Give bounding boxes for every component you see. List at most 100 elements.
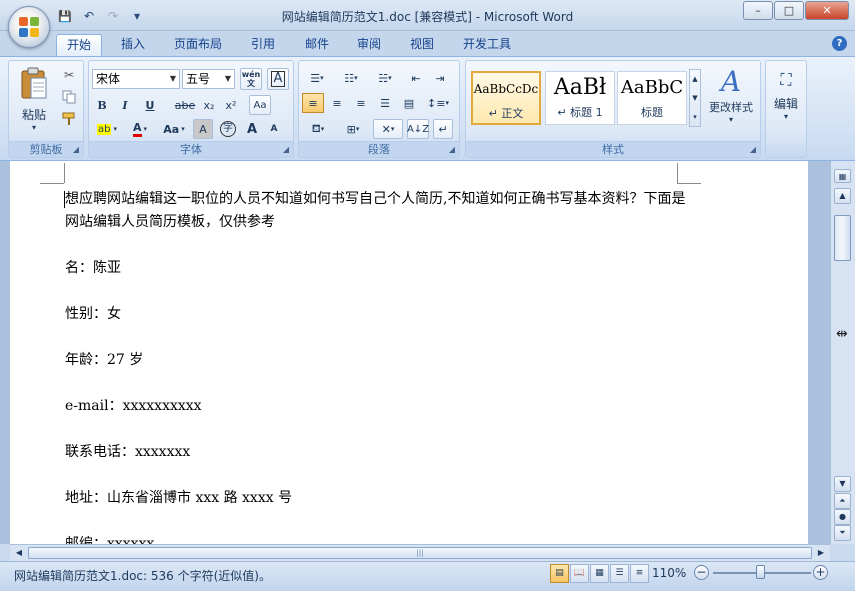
align-left-button[interactable]: ≡ — [302, 93, 324, 113]
multilevel-list-button[interactable]: ☵ ▾ — [370, 68, 400, 88]
copy-button[interactable] — [59, 87, 79, 107]
tab-view[interactable]: 视图 — [399, 34, 445, 56]
scroll-right-button[interactable]: ▶ — [813, 546, 829, 560]
full-screen-reading-view-button[interactable]: 📖 — [570, 564, 589, 583]
phonetic-guide-button[interactable]: wén 文 — [240, 68, 262, 90]
tab-review[interactable]: 审阅 — [346, 34, 392, 56]
horizontal-scroll-thumb[interactable]: ||| — [28, 547, 812, 559]
scroll-up-button[interactable]: ▲ — [834, 188, 851, 204]
show-marks-button[interactable]: ↵ — [433, 119, 453, 139]
align-center-button[interactable]: ≡ — [326, 93, 348, 113]
tab-insert[interactable]: 插入 — [110, 34, 156, 56]
style-sample: AaBbC — [620, 77, 684, 98]
character-border-button[interactable]: A — [267, 68, 289, 90]
shrink-font-button[interactable]: A — [264, 119, 284, 139]
print-layout-view-button[interactable]: ▤ — [550, 564, 569, 583]
minimize-button[interactable]: – — [743, 1, 773, 20]
font-name-combo[interactable]: 宋体 ▼ — [92, 69, 180, 89]
subscript-button[interactable]: x₂ — [199, 95, 219, 115]
align-right-button[interactable]: ≡ — [350, 93, 372, 113]
previous-page-button[interactable]: ⏶ — [834, 493, 851, 509]
tab-page-layout[interactable]: 页面布局 — [166, 34, 230, 56]
enclose-characters-button[interactable]: 字 — [217, 119, 239, 139]
style-heading-1[interactable]: AaBł ↵ 标题 1 — [545, 71, 615, 125]
doc-line: e-mail：xxxxxxxxxx — [65, 398, 202, 414]
cut-button[interactable]: ✂ — [59, 65, 79, 85]
font-color-button[interactable]: A ▾ — [125, 119, 155, 139]
clear-formatting-icon: Aa — [253, 99, 267, 111]
shading-button[interactable]: ⛾ ▾ — [302, 119, 334, 139]
justify-button[interactable]: ☰ — [374, 93, 396, 113]
clipboard-launcher-icon[interactable]: ◢ — [71, 145, 81, 155]
underline-button[interactable]: U — [138, 95, 162, 115]
editing-button[interactable]: ⛶ 编辑 ▾ — [768, 65, 804, 137]
sort-button[interactable]: A↓Z — [407, 119, 429, 139]
window-title: 网站编辑简历范文1.doc [兼容模式] - Microsoft Word — [281, 10, 574, 24]
tab-mailings[interactable]: 邮件 — [294, 34, 340, 56]
next-page-button[interactable]: ⏷ — [834, 525, 851, 541]
decrease-indent-button[interactable]: ⇤ — [405, 68, 427, 88]
distributed-button[interactable]: ▤ — [398, 93, 420, 113]
styles-gallery-scroll[interactable]: ▲ ▼ ▾ — [689, 69, 701, 127]
scroll-down-button[interactable]: ▼ — [834, 476, 851, 492]
close-button[interactable]: ✕ — [805, 1, 849, 20]
superscript-button[interactable]: x² — [221, 95, 241, 115]
character-shading-button[interactable]: A — [193, 119, 213, 139]
numbering-button[interactable]: ☷ ▾ — [336, 68, 366, 88]
italic-button[interactable]: I — [115, 95, 135, 115]
scroll-left-button[interactable]: ◀ — [11, 546, 27, 560]
tab-home[interactable]: 开始 — [56, 34, 102, 56]
styles-launcher-icon[interactable]: ◢ — [748, 145, 758, 155]
outline-view-button[interactable]: ☰ — [610, 564, 629, 583]
strikethrough-button[interactable]: abe — [173, 95, 197, 115]
change-case-button[interactable]: Aa ▾ — [159, 119, 189, 139]
office-button[interactable] — [8, 6, 50, 48]
font-size-combo[interactable]: 五号 ▼ — [182, 69, 235, 89]
bullets-button[interactable]: ☰ ▾ — [302, 68, 332, 88]
horizontal-scrollbar[interactable]: ◀ ||| ▶ — [10, 544, 830, 561]
vertical-scroll-thumb[interactable] — [834, 215, 851, 261]
browse-object-button[interactable]: ● — [834, 509, 851, 525]
doc-line — [65, 510, 695, 533]
line-spacing-button[interactable]: ↕≡ ▾ — [423, 93, 453, 113]
borders-icon: ⊞ — [346, 122, 356, 136]
ruler-toggle-icon[interactable]: ▦ — [834, 169, 851, 183]
resize-cursor-icon: ⇹ — [836, 326, 848, 342]
grow-font-button[interactable]: A — [242, 119, 262, 139]
doc-line: 联系电话：xxxxxxx — [65, 444, 191, 460]
zoom-in-button[interactable]: + — [813, 565, 828, 580]
doc-line — [65, 326, 695, 349]
font-launcher-icon[interactable]: ◢ — [281, 145, 291, 155]
change-styles-button[interactable]: A 更改样式 ▾ — [704, 65, 758, 137]
draft-view-button[interactable]: ≡ — [630, 564, 649, 583]
font-name-dropdown-icon: ▼ — [169, 74, 177, 83]
doc-line: 年龄：27 岁 — [65, 352, 144, 368]
asian-layout-button[interactable]: ✕ ▾ — [373, 119, 403, 139]
document-page[interactable]: 想应聘网站编辑这一职位的人员不知道如何书写自己个人简历,不知道如何正确书写基本资… — [10, 161, 808, 544]
paste-button[interactable]: 粘贴 ▾ — [15, 65, 53, 137]
tab-references[interactable]: 引用 — [240, 34, 286, 56]
borders-button[interactable]: ⊞ ▾ — [337, 119, 369, 139]
style-title[interactable]: AaBbC 标题 — [617, 71, 687, 125]
doc-line — [65, 372, 695, 395]
enclose-characters-icon: 字 — [220, 121, 236, 137]
format-painter-button[interactable] — [59, 109, 79, 129]
style-name: 标题 — [641, 106, 663, 119]
highlight-button[interactable]: ab ▾ — [92, 119, 122, 139]
clear-formatting-button[interactable]: Aa — [249, 95, 271, 115]
tab-developer[interactable]: 开发工具 — [455, 34, 519, 56]
web-layout-view-button[interactable]: ▦ — [590, 564, 609, 583]
document-text[interactable]: 想应聘网站编辑这一职位的人员不知道如何书写自己个人简历,不知道如何正确书写基本资… — [65, 188, 695, 544]
zoom-slider-thumb[interactable] — [756, 565, 765, 579]
title-bar: 💾 ↶ ↷ ▾ 网站编辑简历范文1.doc [兼容模式] - Microsoft… — [0, 0, 855, 31]
zoom-level[interactable]: 110% — [652, 566, 686, 580]
help-icon[interactable]: ? — [832, 36, 847, 51]
vertical-scrollbar[interactable]: ▦ ▲ ▼ ⏶ ● ⏷ — [830, 161, 855, 544]
zoom-out-button[interactable]: − — [694, 565, 709, 580]
style-name: ↵ 正文 — [488, 107, 524, 120]
paragraph-launcher-icon[interactable]: ◢ — [447, 145, 457, 155]
increase-indent-button[interactable]: ⇥ — [429, 68, 451, 88]
maximize-button[interactable]: □ — [774, 1, 804, 20]
bold-button[interactable]: B — [92, 95, 112, 115]
style-normal[interactable]: AaBbCcDc ↵ 正文 — [471, 71, 541, 125]
